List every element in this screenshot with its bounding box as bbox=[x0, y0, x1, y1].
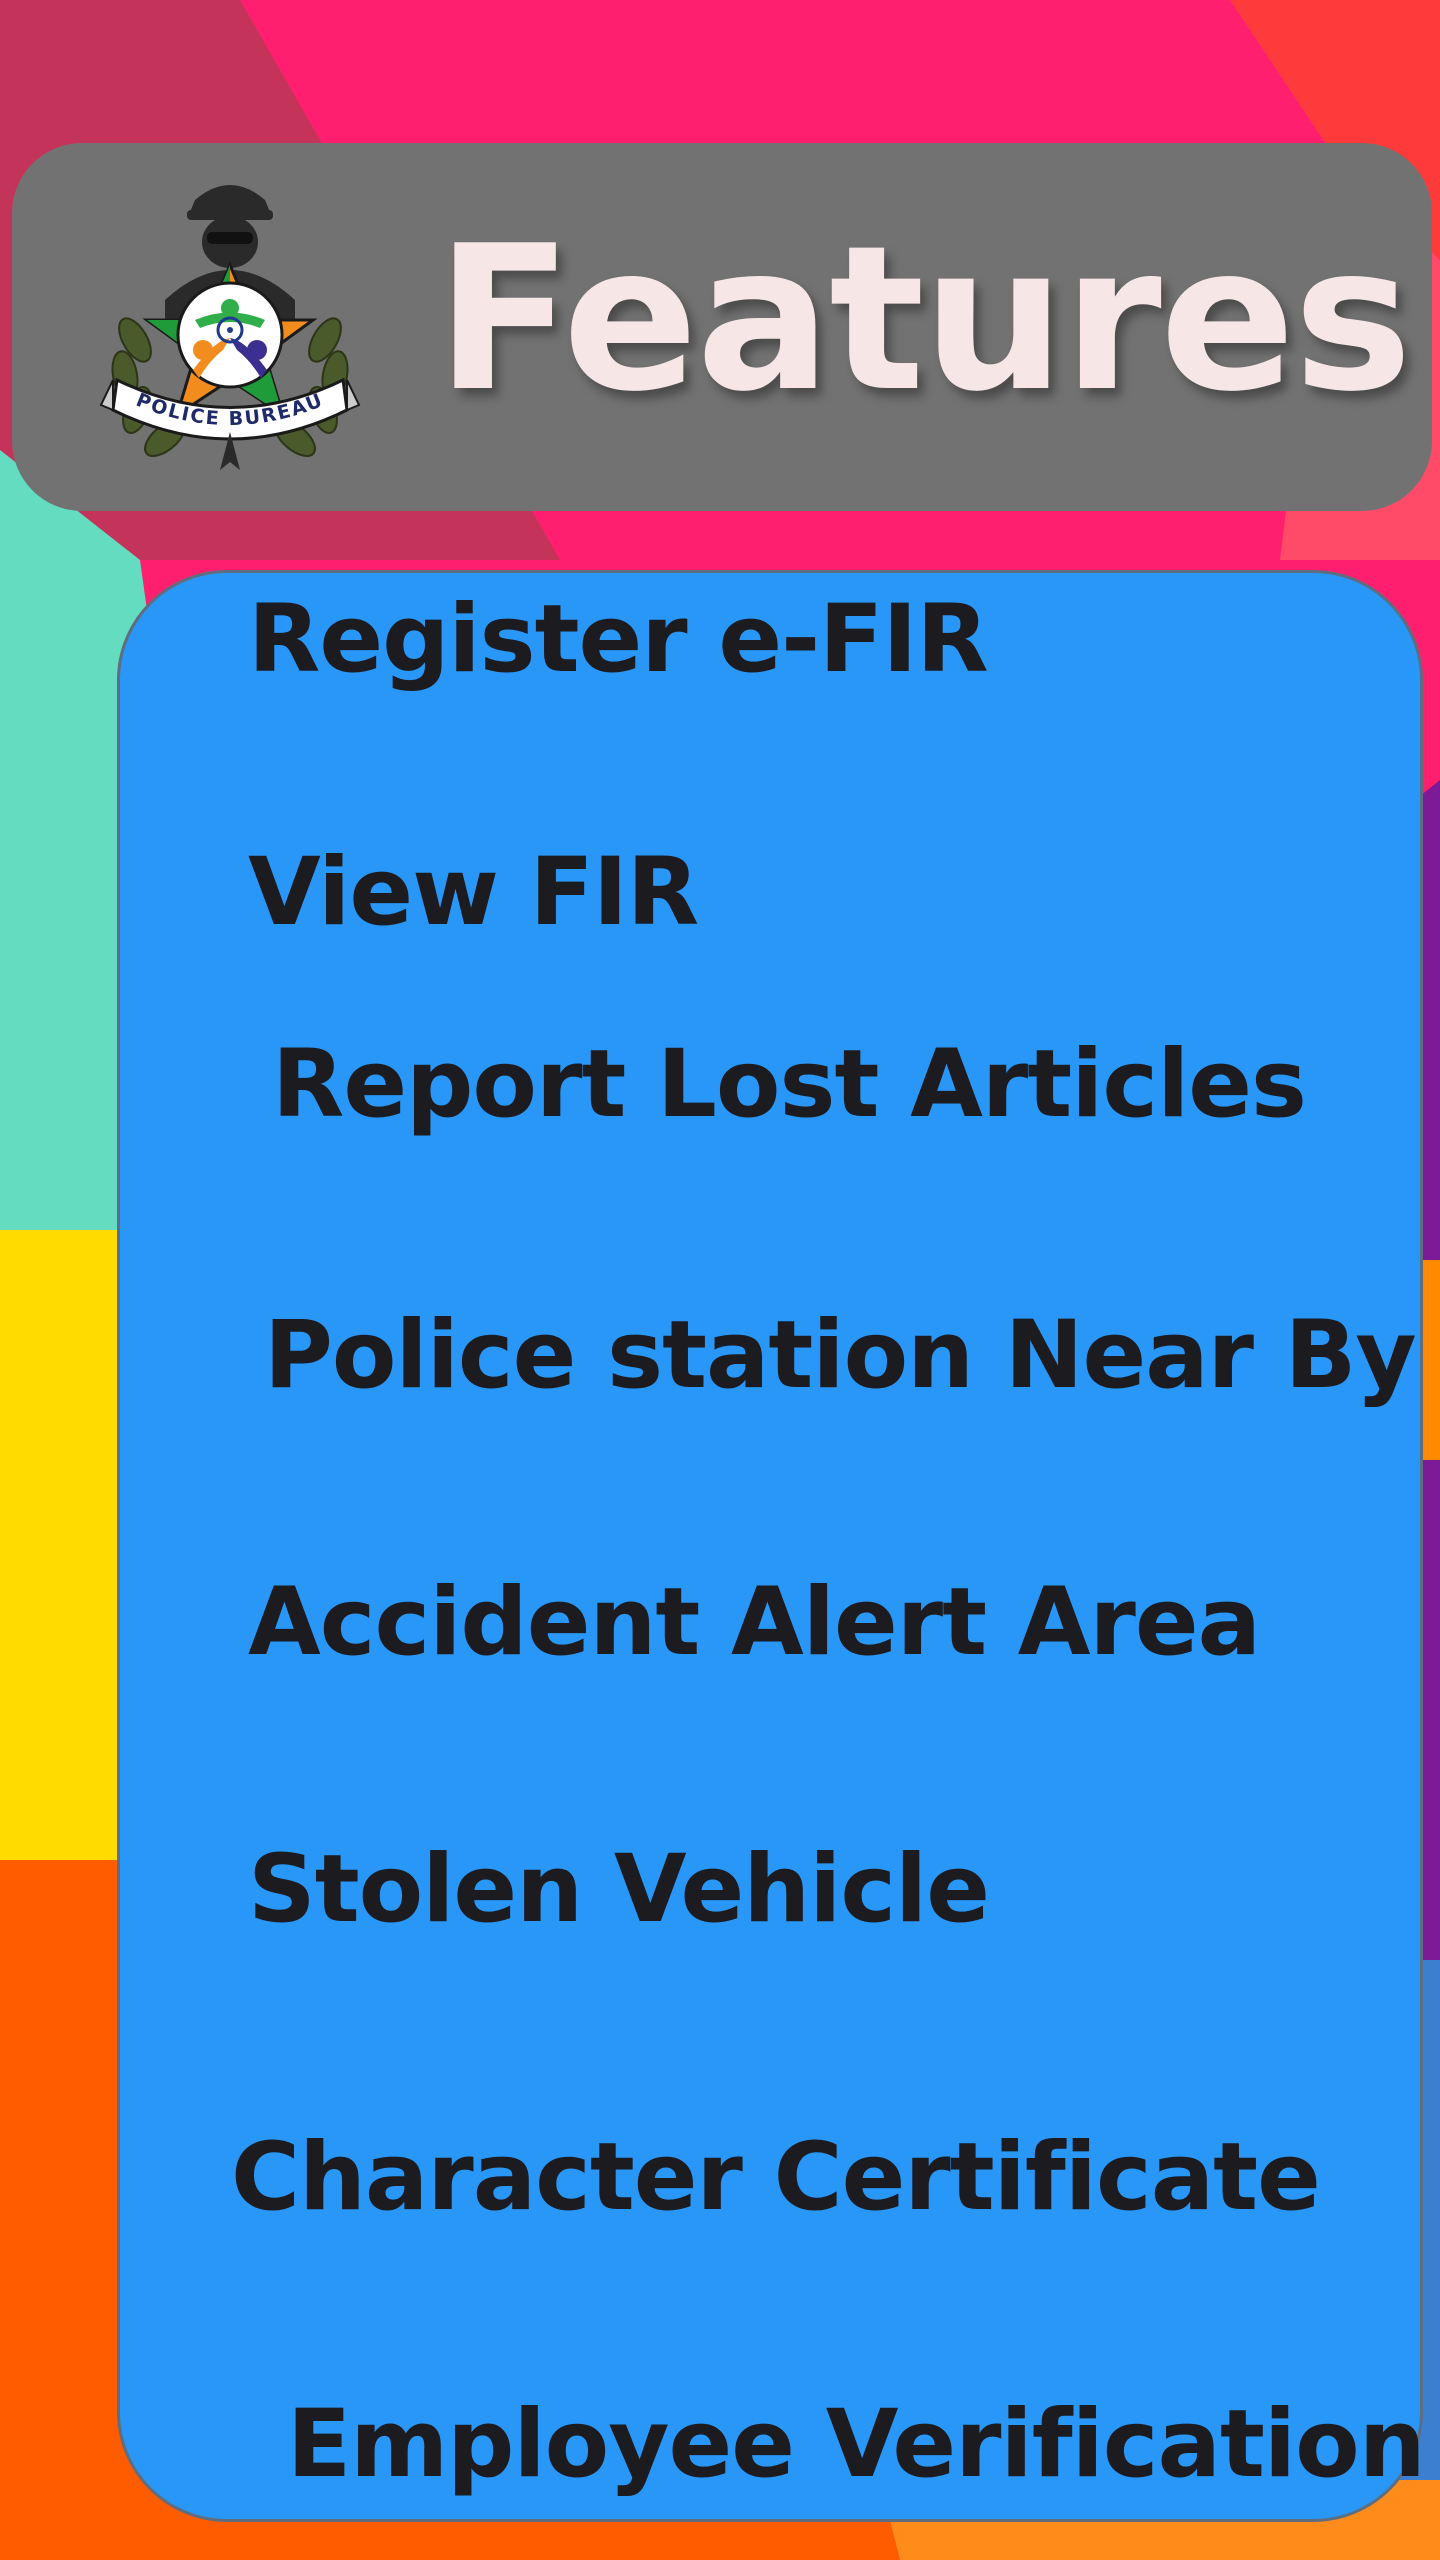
page-title: Features bbox=[436, 203, 1412, 436]
feature-register-efir[interactable]: Register e-FIR bbox=[248, 580, 989, 700]
feature-accident-alert-area[interactable]: Accident Alert Area bbox=[248, 1563, 1261, 1683]
feature-stolen-vehicle[interactable]: Stolen Vehicle bbox=[248, 1830, 990, 1950]
feature-report-lost-articles[interactable]: Report Lost Articles bbox=[272, 1025, 1307, 1145]
feature-view-fir[interactable]: View FIR bbox=[248, 833, 699, 953]
feature-character-certificate[interactable]: Character Certificate bbox=[231, 2118, 1321, 2238]
feature-police-station-nearby[interactable]: Police station Near By bbox=[264, 1296, 1417, 1416]
police-bureau-badge-icon: POLICE BUREAU bbox=[99, 185, 361, 470]
feature-employee-verification[interactable]: Employee Verification bbox=[287, 2385, 1426, 2505]
